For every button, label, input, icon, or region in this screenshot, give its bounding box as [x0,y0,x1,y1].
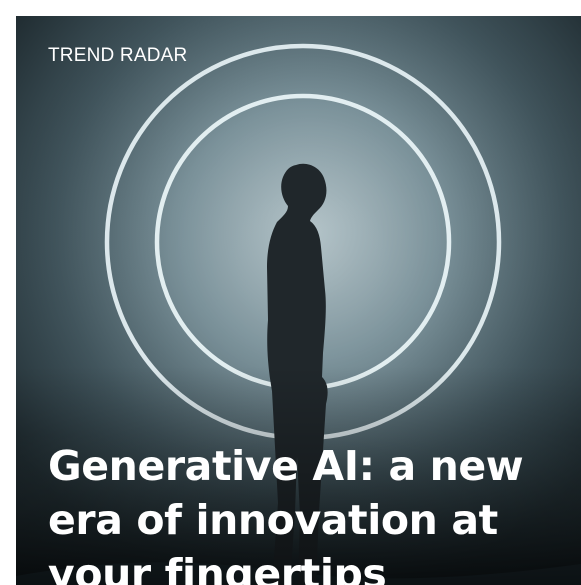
headline-line-3: your fingertips [48,550,387,585]
eyebrow-label: TREND RADAR [48,45,188,66]
page-frame: TREND RADAR Generative AI: a new era of … [0,0,581,585]
trend-radar-card[interactable]: TREND RADAR Generative AI: a new era of … [16,16,581,585]
headline[interactable]: Generative AI: a new era of innovation a… [48,439,558,585]
headline-line-1: Generative AI: a new [48,442,524,491]
headline-line-2: era of innovation at [48,496,498,545]
